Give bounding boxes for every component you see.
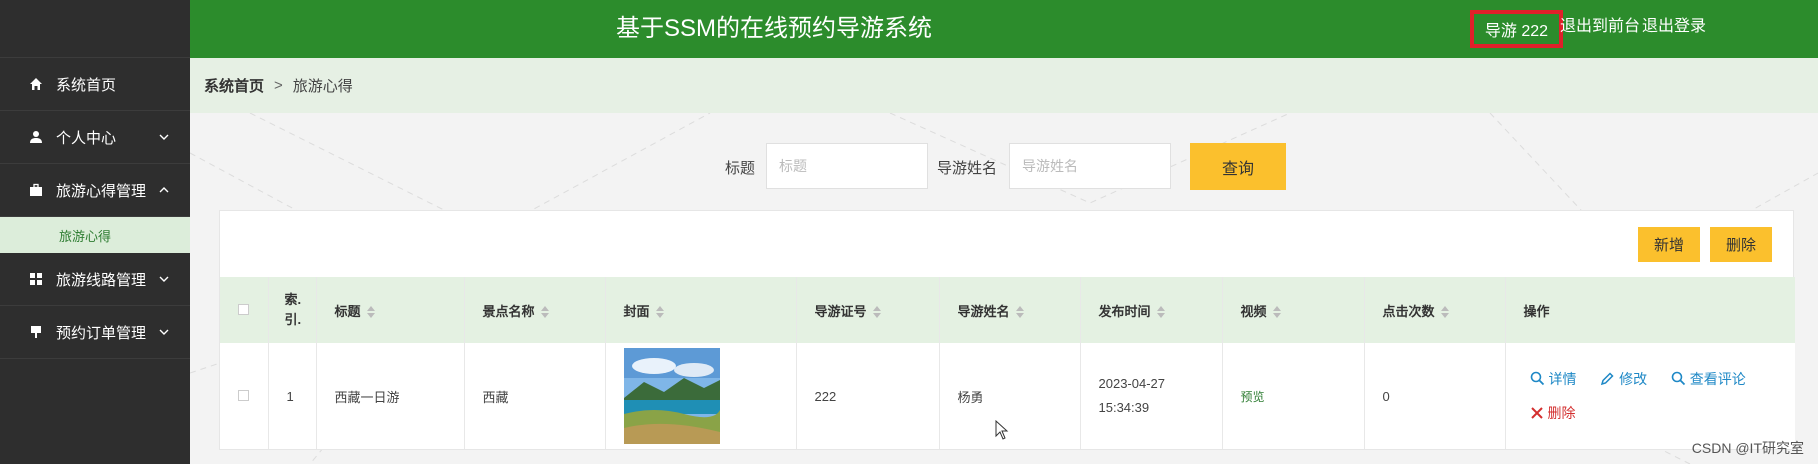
cover-image[interactable] (623, 348, 720, 444)
sort-icon[interactable] (1440, 306, 1449, 319)
row-title: 西藏一日游 (316, 343, 465, 449)
top-header: 基于SSM的在线预约导游系统 导游 222 退出到前台 退出登录 (190, 0, 1818, 58)
column-header-index: 索. 引. (284, 292, 302, 327)
column-header-label: 发布时间 (1098, 303, 1151, 319)
query-button[interactable]: 查询 (1190, 143, 1286, 190)
chevron-down-icon (159, 134, 169, 140)
column-clicks[interactable]: 点击次数 (1364, 277, 1506, 343)
select-all-checkbox[interactable] (238, 303, 249, 315)
row-checkbox[interactable] (238, 389, 249, 401)
column-scenic[interactable]: 景点名称 (464, 277, 606, 343)
breadcrumb: 系统首页 > 旅游心得 (190, 58, 1818, 113)
sidebar-logo-area (0, 0, 190, 58)
table-header-row: 索. 引. 标题 景点名称 封面 导游证号 导游姓名 发布时间 视频 点击次数 操… (220, 277, 1795, 343)
view-comments-label: 查看评论 (1689, 370, 1746, 387)
logout-link[interactable]: 退出登录 (1642, 16, 1706, 38)
column-publish-time[interactable]: 发布时间 (1080, 277, 1223, 343)
sidebar-item-label: 系统首页 (56, 76, 117, 94)
close-icon (1530, 407, 1543, 419)
title-filter-label: 标题 (725, 160, 756, 177)
current-user-badge: 导游 222 (1470, 10, 1563, 48)
row-guide-name: 杨勇 (939, 343, 1081, 449)
row-clicks: 0 (1364, 343, 1506, 449)
sort-icon[interactable] (1015, 306, 1024, 319)
sort-icon[interactable] (872, 306, 881, 319)
row-delete-label: 删除 (1547, 405, 1576, 422)
row-guide-no: 222 (796, 343, 940, 449)
pin-icon (28, 324, 44, 340)
breadcrumb-home[interactable]: 系统首页 (204, 75, 264, 96)
column-video[interactable]: 视频 (1222, 277, 1365, 343)
column-header-label: 封面 (623, 303, 650, 319)
row-cover-cell (605, 343, 797, 449)
title-filter-input[interactable] (766, 143, 928, 189)
sidebar-item-orders[interactable]: 预约订单管理 (0, 306, 190, 359)
add-button[interactable]: 新增 (1638, 227, 1700, 262)
watermark: CSDN @IT研究室 (1691, 440, 1804, 456)
delete-button[interactable]: 删除 (1710, 227, 1772, 262)
chevron-down-icon (159, 276, 169, 282)
column-header-label: 视频 (1240, 303, 1267, 319)
breadcrumb-current: 旅游心得 (292, 78, 353, 95)
column-header-label: 导游证号 (814, 303, 867, 319)
sort-icon[interactable] (655, 306, 664, 319)
edit-label: 修改 (1619, 370, 1648, 387)
row-publish-time: 2023-04-27 15:34:39 (1080, 343, 1223, 449)
pencil-icon (1601, 372, 1614, 386)
sidebar-subitem-travel-notes[interactable]: 旅游心得 (0, 217, 190, 253)
column-title[interactable]: 标题 (316, 277, 465, 343)
sidebar-item-travel-routes[interactable]: 旅游线路管理 (0, 253, 190, 306)
sidebar-item-home[interactable]: 系统首页 (0, 58, 190, 111)
data-panel: 新增 删除 索. 引. 标题 景点名称 封面 导游证号 导游姓名 发布时间 视频 … (219, 210, 1795, 450)
edit-button[interactable]: 修改 (1600, 369, 1647, 389)
sidebar-subitem-label: 旅游心得 (58, 228, 111, 244)
view-comments-button[interactable]: 查看评论 (1671, 369, 1746, 389)
row-select-cell (220, 343, 269, 449)
column-header-label: 景点名称 (482, 303, 535, 319)
exit-to-frontend-link[interactable]: 退出到前台 (1560, 16, 1640, 38)
sidebar: 系统首页 个人中心 旅游心得管理 旅游心得 旅游线路管理 预约订单管理 (0, 0, 190, 464)
column-header-label: 操作 (1523, 303, 1550, 319)
app-title: 基于SSM的在线预约导游系统 (615, 15, 932, 42)
row-actions: 详情 修改 查看评论 删除 (1505, 343, 1795, 449)
grid-icon (28, 271, 44, 287)
column-guide-no[interactable]: 导游证号 (796, 277, 940, 343)
sidebar-item-label: 旅游线路管理 (56, 271, 147, 289)
column-actions: 操作 (1505, 277, 1795, 343)
sidebar-item-label: 预约订单管理 (56, 324, 147, 342)
sort-icon[interactable] (1272, 306, 1281, 319)
breadcrumb-separator: > (274, 77, 283, 94)
detail-label: 详情 (1548, 370, 1577, 387)
video-preview-link[interactable]: 预览 (1241, 390, 1265, 404)
search-icon (1530, 371, 1544, 386)
detail-button[interactable]: 详情 (1530, 369, 1577, 389)
column-cover[interactable]: 封面 (605, 277, 797, 343)
column-header-label: 点击次数 (1382, 303, 1435, 319)
column-header-label: 导游姓名 (957, 303, 1010, 319)
row-delete-button[interactable]: 删除 (1530, 403, 1576, 423)
row-scenic: 西藏 (464, 343, 606, 449)
guide-name-filter-input[interactable] (1009, 143, 1171, 189)
column-header-label: 标题 (334, 303, 361, 319)
chevron-down-icon (159, 329, 169, 335)
search-bar: 标题 导游姓名 查询 (0, 143, 1818, 191)
mouse-cursor-icon (995, 420, 1009, 440)
sort-icon[interactable] (366, 306, 375, 319)
sort-icon[interactable] (540, 306, 549, 319)
home-icon (28, 76, 44, 92)
row-index: 1 (268, 343, 317, 449)
row-video-cell: 预览 (1222, 343, 1365, 449)
select-all-cell (220, 277, 269, 343)
guide-name-filter-label: 导游姓名 (937, 160, 998, 177)
sort-icon[interactable] (1156, 306, 1165, 319)
search-icon (1671, 371, 1685, 386)
column-guide-name[interactable]: 导游姓名 (939, 277, 1081, 343)
column-index: 索. 引. (268, 277, 317, 343)
